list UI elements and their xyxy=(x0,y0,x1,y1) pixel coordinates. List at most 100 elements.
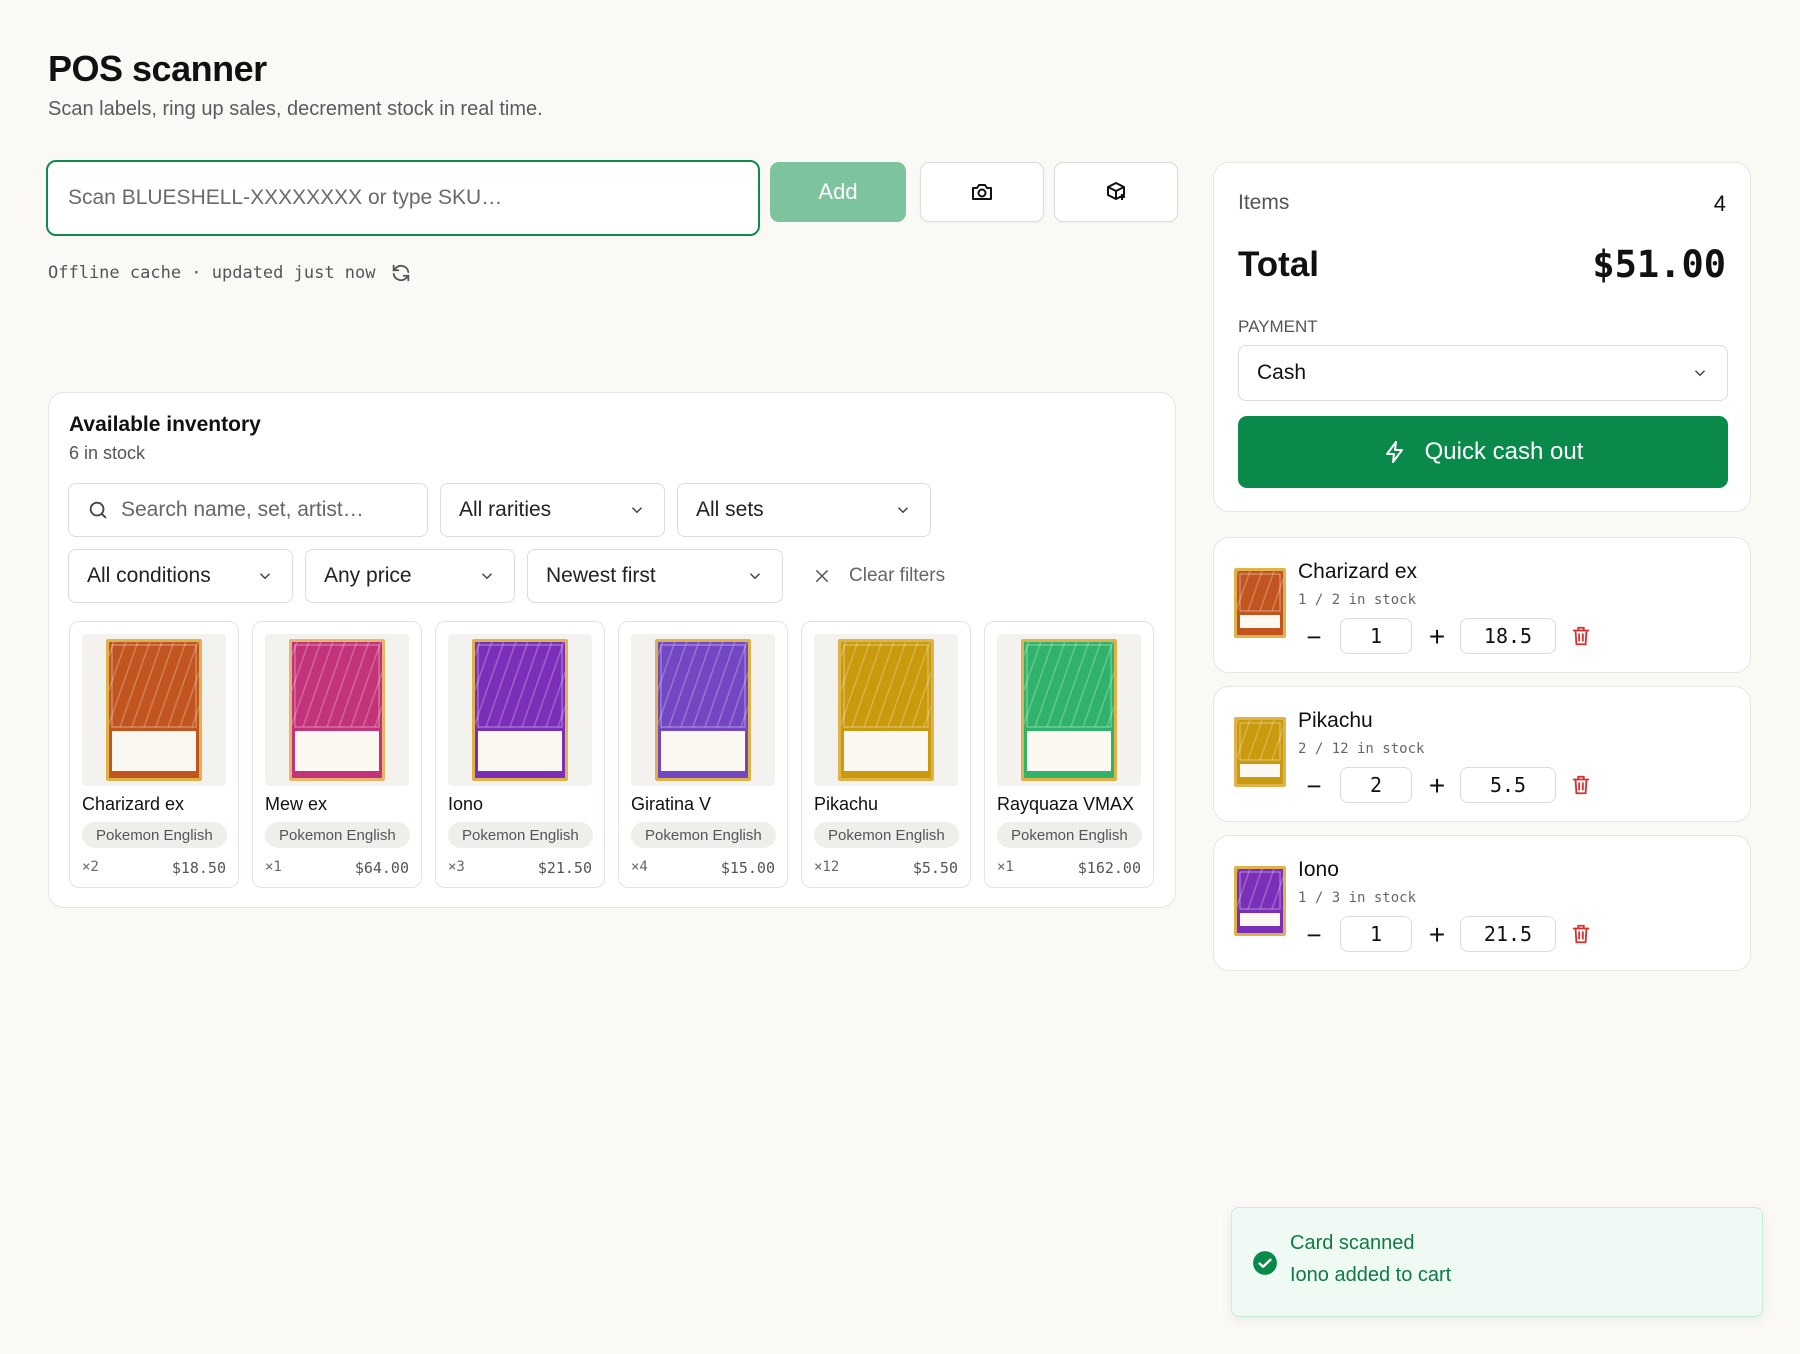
search-placeholder: Search name, set, artist… xyxy=(121,498,364,521)
order-summary: Items 4 Total $51.00 PAYMENT Cash Quick … xyxy=(1213,162,1751,512)
increment-button[interactable]: + xyxy=(1426,919,1448,950)
inventory-search[interactable]: Search name, set, artist… xyxy=(68,483,428,537)
inventory-card[interactable]: Giratina V Pokemon English ×4 $15.00 xyxy=(618,621,788,888)
decrement-button[interactable]: − xyxy=(1304,622,1324,652)
card-set-tag: Pokemon English xyxy=(265,822,410,848)
card-quantity: ×3 xyxy=(448,859,465,875)
quantity-input[interactable]: 1 xyxy=(1340,916,1412,952)
add-button[interactable]: Add xyxy=(770,162,906,222)
price-select[interactable]: Any price xyxy=(305,549,515,603)
page-title: POS scanner xyxy=(48,48,267,89)
card-thumbnail xyxy=(997,634,1141,786)
rarity-value: All rarities xyxy=(459,498,552,521)
card-price: $21.50 xyxy=(537,859,592,877)
decrement-button[interactable]: − xyxy=(1304,771,1324,801)
cart-item-stock: 1 / 2 in stock xyxy=(1298,592,1417,608)
card-thumbnail xyxy=(265,634,409,786)
card-set-tag: Pokemon English xyxy=(997,822,1142,848)
price-input[interactable]: 5.5 xyxy=(1460,767,1556,803)
clear-filters-button[interactable]: Clear filters xyxy=(813,549,945,603)
inventory-card[interactable]: Charizard ex Pokemon English ×2 $18.50 xyxy=(69,621,239,888)
total-value: $51.00 xyxy=(1592,243,1726,286)
cart-item-stock: 1 / 3 in stock xyxy=(1298,890,1417,906)
cart-item-thumbnail xyxy=(1234,568,1286,638)
page-subtitle: Scan labels, ring up sales, decrement st… xyxy=(48,98,543,120)
payment-label: PAYMENT xyxy=(1238,317,1318,336)
inventory-count: 6 in stock xyxy=(69,443,146,463)
card-quantity: ×1 xyxy=(265,859,282,875)
chevron-down-icon xyxy=(746,567,764,585)
card-set-tag: Pokemon English xyxy=(631,822,776,848)
increment-button[interactable]: + xyxy=(1426,770,1448,801)
card-name: Pikachu xyxy=(814,794,879,814)
inventory-card[interactable]: Pikachu Pokemon English ×12 $5.50 xyxy=(801,621,971,888)
price-input[interactable]: 18.5 xyxy=(1460,618,1556,654)
refresh-icon[interactable] xyxy=(390,262,412,284)
card-price: $15.00 xyxy=(720,859,775,877)
conditions-value: All conditions xyxy=(87,564,211,587)
chevron-down-icon xyxy=(1691,364,1709,382)
quick-cash-out-button[interactable]: Quick cash out xyxy=(1238,416,1728,488)
toast-title: Card scanned xyxy=(1290,1232,1415,1254)
cart-item-name: Charizard ex xyxy=(1298,560,1418,583)
cache-status: Offline cache · updated just now xyxy=(48,262,412,284)
inventory-card[interactable]: Rayquaza VMAX Pokemon English ×1 $162.00 xyxy=(984,621,1154,888)
card-price: $162.00 xyxy=(1077,859,1141,877)
payment-select[interactable]: Cash xyxy=(1238,345,1728,401)
card-name: Mew ex xyxy=(265,794,328,814)
chevron-down-icon xyxy=(628,501,646,519)
card-thumbnail xyxy=(448,634,592,786)
sort-value: Newest first xyxy=(546,564,656,587)
card-name: Giratina V xyxy=(631,794,712,814)
camera-button[interactable] xyxy=(920,162,1044,222)
card-quantity: ×2 xyxy=(82,859,99,875)
cache-text: Offline cache · updated just now xyxy=(48,263,376,283)
clear-filters-label: Clear filters xyxy=(849,565,946,586)
inventory-panel: Available inventory 6 in stock Search na… xyxy=(48,392,1176,908)
quantity-input[interactable]: 2 xyxy=(1340,767,1412,803)
toast-message: Iono added to cart xyxy=(1290,1264,1452,1286)
card-quantity: ×1 xyxy=(997,859,1014,875)
cart-item-thumbnail xyxy=(1234,717,1286,787)
rarity-select[interactable]: All rarities xyxy=(440,483,665,537)
cart-item-name: Iono xyxy=(1298,858,1339,881)
inventory-card-grid: Charizard ex Pokemon English ×2 $18.50 M… xyxy=(69,621,1154,888)
card-thumbnail xyxy=(814,634,958,786)
price-value: Any price xyxy=(324,564,412,587)
cart-item-thumbnail xyxy=(1234,866,1286,936)
cart-item-name: Pikachu xyxy=(1298,709,1373,732)
sets-select[interactable]: All sets xyxy=(677,483,931,537)
quick-cash-out-label: Quick cash out xyxy=(1424,438,1584,465)
camera-icon xyxy=(970,180,994,204)
card-price: $64.00 xyxy=(354,859,409,877)
items-label: Items xyxy=(1238,191,1290,214)
conditions-select[interactable]: All conditions xyxy=(68,549,293,603)
cart-item: Charizard ex 1 / 2 in stock − 1 + 18.5 xyxy=(1213,537,1751,673)
card-set-tag: Pokemon English xyxy=(448,822,593,848)
card-name: Charizard ex xyxy=(82,794,185,814)
inventory-title: Available inventory xyxy=(69,413,261,436)
package-button[interactable] xyxy=(1054,162,1178,222)
chevron-down-icon xyxy=(256,567,274,585)
inventory-card[interactable]: Iono Pokemon English ×3 $21.50 xyxy=(435,621,605,888)
inventory-card[interactable]: Mew ex Pokemon English ×1 $64.00 xyxy=(252,621,422,888)
card-price: $5.50 xyxy=(912,859,958,877)
increment-button[interactable]: + xyxy=(1426,621,1448,652)
trash-icon[interactable] xyxy=(1570,773,1592,797)
search-icon xyxy=(87,499,109,521)
payment-value: Cash xyxy=(1257,361,1307,384)
items-count: 4 xyxy=(1713,191,1726,216)
trash-icon[interactable] xyxy=(1570,922,1592,946)
quantity-input[interactable]: 1 xyxy=(1340,618,1412,654)
card-thumbnail xyxy=(631,634,775,786)
decrement-button[interactable]: − xyxy=(1304,920,1324,950)
package-plus-icon xyxy=(1104,180,1128,204)
check-circle-icon xyxy=(1252,1250,1278,1276)
scan-input[interactable] xyxy=(46,160,760,236)
sort-select[interactable]: Newest first xyxy=(527,549,783,603)
scan-toast: Card scanned Iono added to cart xyxy=(1231,1207,1763,1317)
price-input[interactable]: 21.5 xyxy=(1460,916,1556,952)
total-label: Total xyxy=(1238,245,1320,284)
trash-icon[interactable] xyxy=(1570,624,1592,648)
cart-item: Pikachu 2 / 12 in stock − 2 + 5.5 xyxy=(1213,686,1751,822)
